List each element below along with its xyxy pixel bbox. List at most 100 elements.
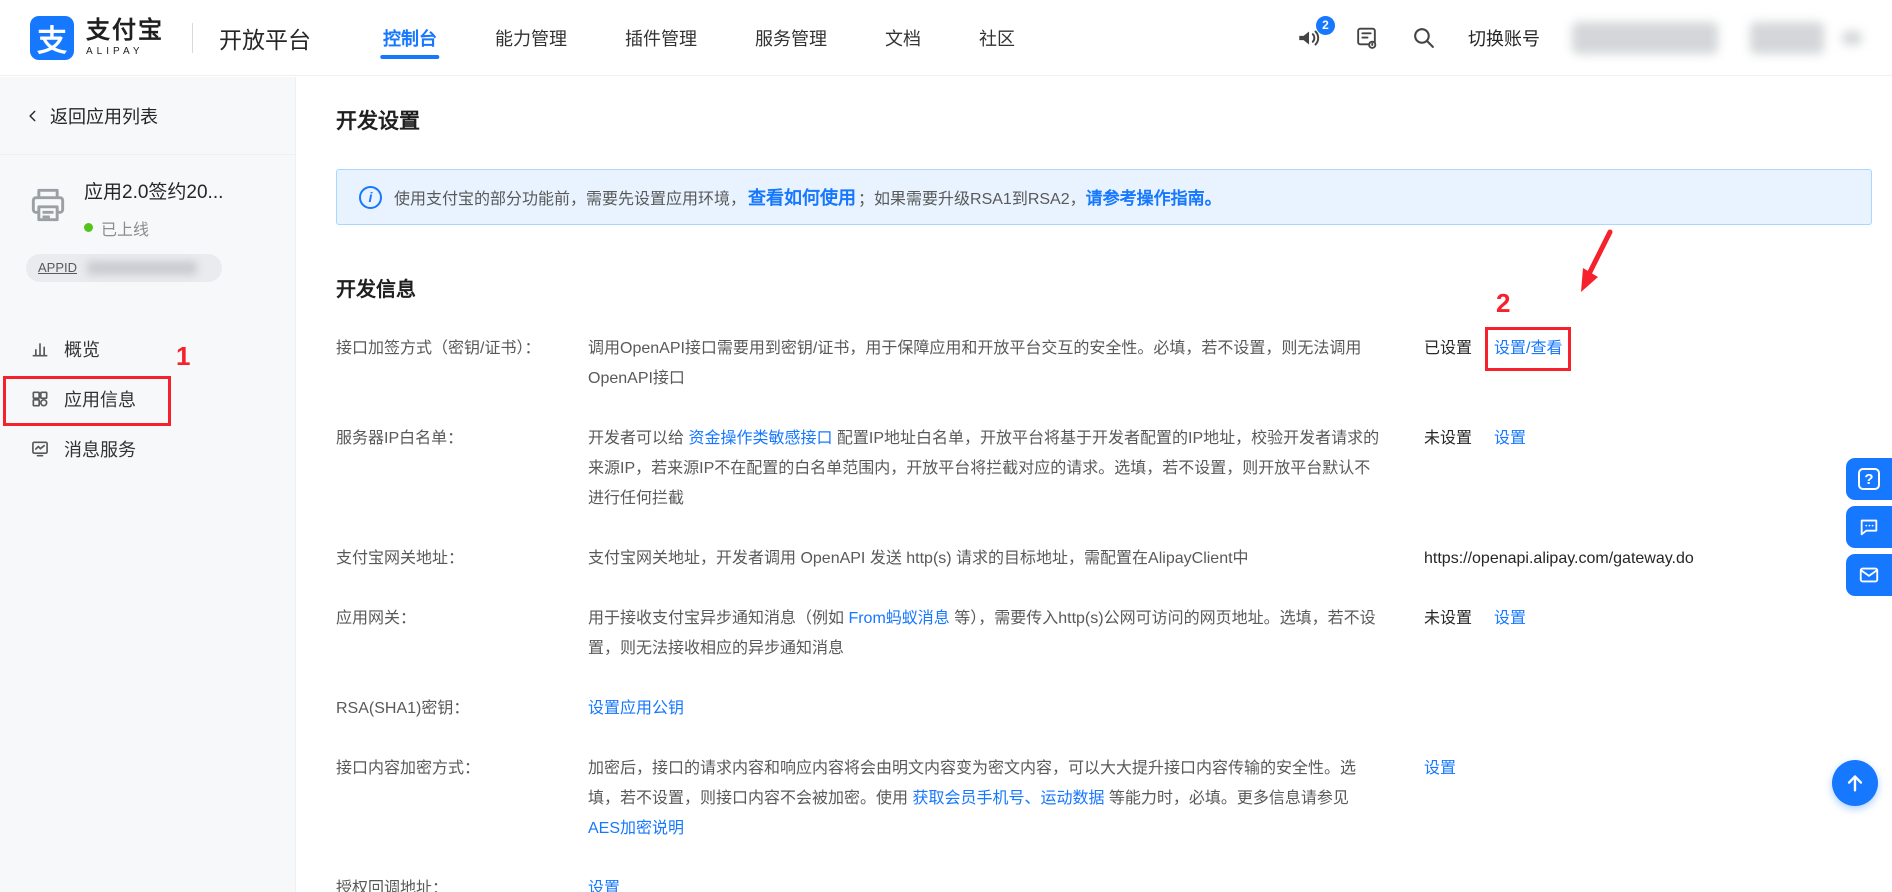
row-api-signing: 接口加签方式（密钥/证书）： 调用OpenAPI接口需要用到密钥/证书，用于保障… <box>336 229 1878 394</box>
header-right: 2 切换账号 <box>1296 15 1862 54</box>
status-badge: 已设置 <box>1424 340 1473 357</box>
feedback-button[interactable] <box>1846 554 1892 596</box>
set-link[interactable]: 设置 <box>1494 430 1526 447</box>
row-content-encryption: 接口内容加密方式： 加密后，接口的请求内容和响应内容将会由明文内容变为密文内容，… <box>336 754 1878 844</box>
sidebar-item-app-info[interactable]: 应用信息 1 <box>0 341 295 426</box>
row-label: RSA(SHA1)密钥： <box>336 700 470 717</box>
help-float-stack: ? <box>1846 458 1892 596</box>
dev-info-rows: 接口加签方式（密钥/证书）： 调用OpenAPI接口需要用到密钥/证书，用于保障… <box>336 229 1878 892</box>
status-dot-icon <box>84 223 93 233</box>
back-to-app-list[interactable]: 返回应用列表 <box>0 77 295 155</box>
ant-message-link[interactable]: From蚂蚁消息 <box>848 610 949 627</box>
status-text: 已上线 <box>101 221 150 239</box>
platform-name: 开放平台 <box>219 26 311 53</box>
top-header: 支 支付宝 ALIPAY 开放平台 控制台 能力管理 插件管理 服务管理 文档 … <box>0 0 1892 76</box>
top-nav: 控制台 能力管理 插件管理 服务管理 文档 社区 <box>383 0 1015 75</box>
appid-value-blurred <box>87 260 198 275</box>
row-label: 接口加签方式（密钥/证书）： <box>336 340 541 357</box>
row-desc: 设置应用公钥 <box>588 694 1380 724</box>
member-phone-link[interactable]: 获取会员手机号、 <box>912 790 1040 807</box>
question-icon: ? <box>1858 468 1880 490</box>
banner-text: 使用支付宝的部分功能前，需要先设置应用环境， 查看如何使用 ；如果需要升级RSA1到… <box>394 184 1222 210</box>
sports-data-link[interactable]: 运动数据 <box>1040 790 1104 807</box>
help-button[interactable]: ? <box>1846 458 1892 500</box>
sidebar-item-label: 概览 <box>64 339 100 360</box>
row-label: 接口内容加密方式： <box>336 760 481 777</box>
chat-icon <box>1860 519 1878 536</box>
page-title: 开发设置 <box>336 110 420 133</box>
banner-link-guide[interactable]: 请参考操作指南。 <box>1086 189 1222 208</box>
row-label: 服务器IP白名单： <box>336 430 464 447</box>
row-label: 支付宝网关地址： <box>336 550 465 567</box>
status-badge: 未设置 <box>1424 610 1473 627</box>
app-name: 应用2.0签约20... <box>84 182 224 203</box>
sidebar-item-label: 消息服务 <box>64 439 136 460</box>
row-desc: 支付宝网关地址，开发者调用 OpenAPI 发送 http(s) 请求的目标地址… <box>588 550 1249 567</box>
chat-button[interactable] <box>1846 506 1892 548</box>
section-title-dev-info: 开发信息 <box>336 279 416 301</box>
account-extra-blurred[interactable] <box>1750 21 1824 54</box>
aes-doc-link[interactable]: AES加密说明 <box>588 820 684 837</box>
info-banner: i 使用支付宝的部分功能前，需要先设置应用环境， 查看如何使用 ；如果需要升级RSA… <box>336 169 1872 225</box>
sidebar: 返回应用列表 应用2.0签约20... 已上线 APPID 概览 应用信息 1 … <box>0 77 296 892</box>
logo-cn: 支付宝 <box>86 16 164 44</box>
logo-en: ALIPAY <box>86 45 144 57</box>
set-link[interactable]: 设置 <box>1424 760 1456 777</box>
alipay-logo-text: 支付宝 ALIPAY <box>86 16 164 57</box>
row-desc: 设置 <box>588 874 1380 892</box>
row-app-gateway: 应用网关： 用于接收支付宝异步通知消息（例如 From蚂蚁消息 等），需要传入h… <box>336 604 1878 664</box>
nav-tab-plugin[interactable]: 插件管理 <box>625 0 697 75</box>
switch-account-link[interactable]: 切换账号 <box>1468 25 1540 51</box>
search-icon[interactable] <box>1411 25 1436 50</box>
set-public-key-link[interactable]: 设置应用公钥 <box>588 700 684 717</box>
nav-tab-console[interactable]: 控制台 <box>383 0 437 75</box>
alipay-logo-icon: 支 <box>30 15 74 60</box>
banner-text-2: ；如果需要升级RSA1到RSA2， <box>858 191 1086 208</box>
notification-badge: 2 <box>1316 15 1335 35</box>
row-label: 授权回调地址： <box>336 880 449 892</box>
row-desc: 用于接收支付宝异步通知消息（例如 From蚂蚁消息 等），需要传入http(s)… <box>588 610 1376 657</box>
appid-pill: APPID <box>26 253 222 282</box>
announcement-icon[interactable]: 2 <box>1296 15 1335 51</box>
annotation-box-2: 设置/查看 2 <box>1484 229 1613 371</box>
row-label: 应用网关： <box>336 610 417 627</box>
info-circle-icon: i <box>359 185 382 209</box>
bar-chart-icon <box>32 342 48 357</box>
main-content: 开发设置 i 使用支付宝的部分功能前，需要先设置应用环境， 查看如何使用 ；如果需要… <box>296 77 1892 892</box>
set-view-link[interactable]: 设置/查看 <box>1494 340 1562 357</box>
row-rsa-key: RSA(SHA1)密钥： 设置应用公钥 <box>336 694 1878 724</box>
sensitive-api-link[interactable]: 资金操作类敏感接口 <box>688 430 832 447</box>
nav-tab-community[interactable]: 社区 <box>979 0 1015 75</box>
nav-tab-service[interactable]: 服务管理 <box>755 0 827 75</box>
appid-label: APPID <box>38 260 78 276</box>
nav-tab-docs[interactable]: 文档 <box>885 0 921 75</box>
app-status: 已上线 <box>84 216 223 240</box>
printer-icon <box>26 183 70 232</box>
status-badge: 未设置 <box>1424 430 1473 447</box>
back-to-top-button[interactable] <box>1832 760 1878 806</box>
grid-icon <box>32 391 48 407</box>
alipay-logo[interactable]: 支 支付宝 ALIPAY 开放平台 <box>30 15 311 60</box>
sidebar-item-overview[interactable]: 概览 <box>0 324 295 374</box>
row-desc: 开发者可以给 资金操作类敏感接口 配置IP地址白名单，开放平台将基于开发者配置的… <box>588 430 1380 507</box>
annotation-step-1: 1 <box>176 340 191 371</box>
account-name-blurred[interactable] <box>1572 21 1718 54</box>
sidebar-item-label: 应用信息 <box>64 389 136 410</box>
gateway-url-value: https://openapi.alipay.com/gateway.do <box>1424 550 1694 567</box>
mail-icon <box>1859 567 1879 583</box>
banner-link-how-to-use[interactable]: 查看如何使用 <box>748 188 856 208</box>
account-menu-blurred[interactable] <box>1842 30 1862 45</box>
logo-divider <box>192 22 193 53</box>
report-icon[interactable] <box>1354 25 1379 50</box>
document-icon <box>1357 27 1377 49</box>
set-link[interactable]: 设置 <box>1494 610 1526 627</box>
row-gateway-address: 支付宝网关地址： 支付宝网关地址，开发者调用 OpenAPI 发送 http(s… <box>336 544 1878 574</box>
sidebar-menu: 概览 应用信息 1 消息服务 <box>0 324 295 474</box>
row-auth-callback: 授权回调地址： 设置 <box>336 874 1878 892</box>
nav-tab-capability[interactable]: 能力管理 <box>495 0 567 75</box>
back-label: 返回应用列表 <box>50 106 158 127</box>
app-card: 应用2.0签约20... 已上线 APPID <box>0 155 295 290</box>
sidebar-item-message-service[interactable]: 消息服务 <box>0 424 295 474</box>
set-link[interactable]: 设置 <box>588 880 620 892</box>
row-desc: 加密后，接口的请求内容和响应内容将会由明文内容变为密文内容，可以大大提升接口内容… <box>588 760 1357 837</box>
